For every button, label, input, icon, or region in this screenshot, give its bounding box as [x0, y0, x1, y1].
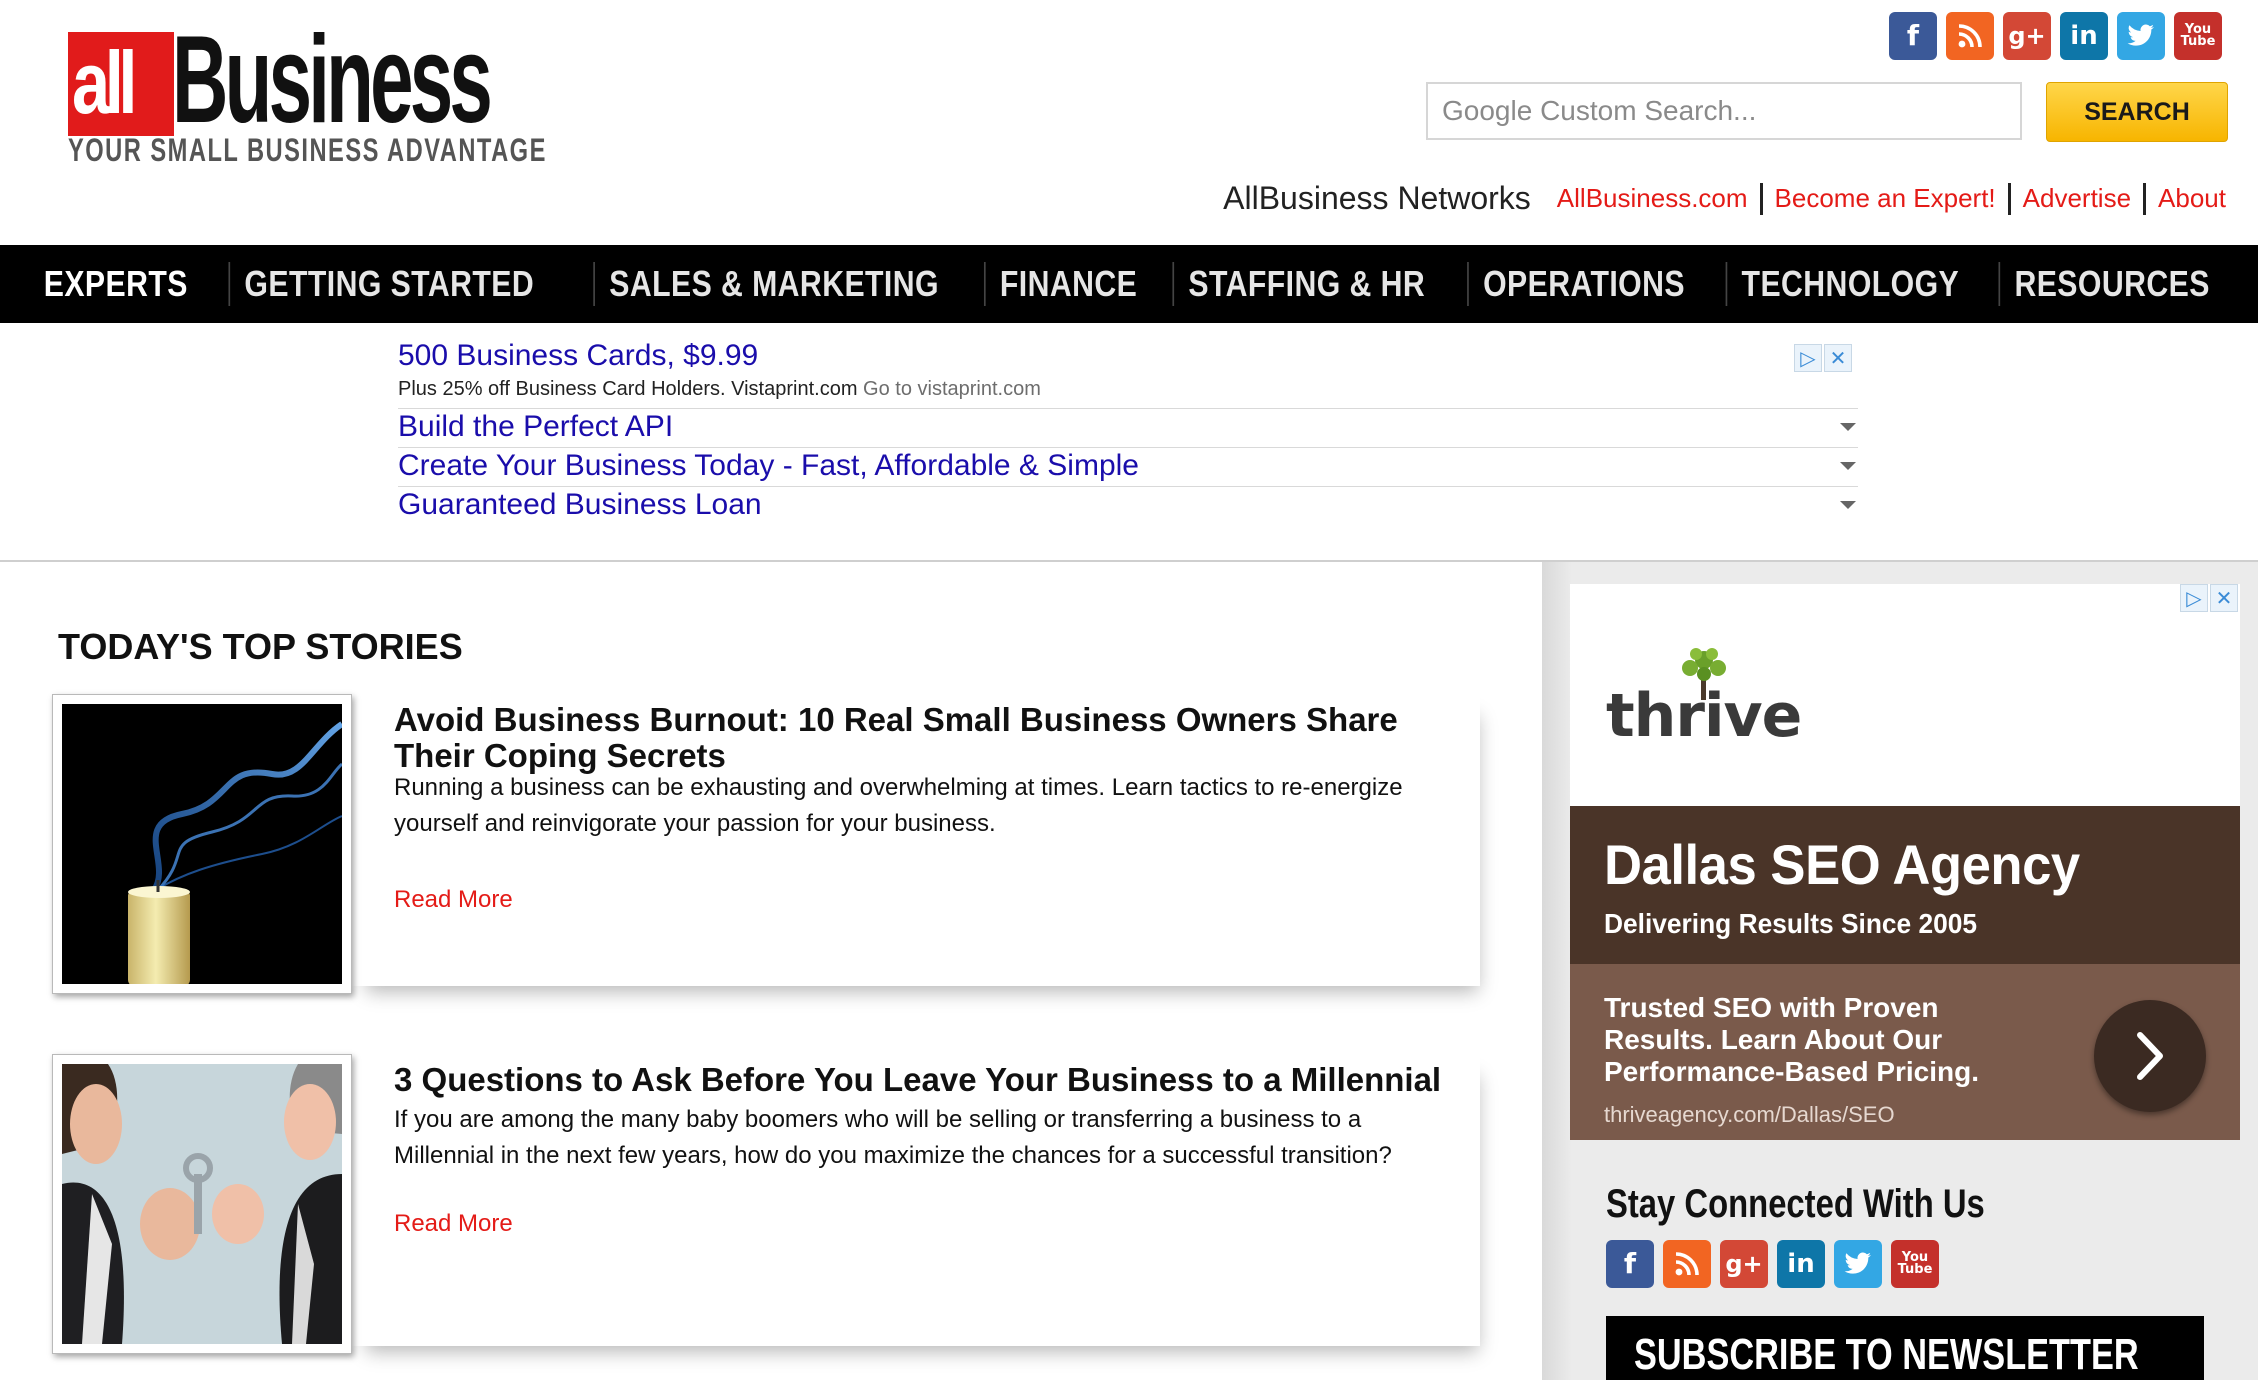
- story-thumbnail[interactable]: [52, 1054, 352, 1354]
- social-icons-top: f g+ in You Tube: [1889, 12, 2222, 60]
- divider: [1759, 182, 1763, 215]
- story-description: Running a business can be exhausting and…: [394, 774, 1403, 837]
- rss-icon[interactable]: [1663, 1240, 1711, 1288]
- youtube-icon[interactable]: You Tube: [2174, 12, 2222, 60]
- thrive-wordmark: thrive: [1606, 681, 1802, 751]
- social-icons-sidebar: f g+ in You Tube: [1606, 1240, 1939, 1288]
- ad-body-panel: Trusted SEO with Proven Results. Learn A…: [1570, 964, 2240, 1140]
- ad-headline-panel: Dallas SEO Agency Delivering Results Sin…: [1570, 806, 2240, 964]
- story-headline-link[interactable]: 3 Questions to Ask Before You Leave Your…: [394, 1062, 1474, 1098]
- main-nav: EXPERTS GETTING STARTED SALES & MARKETIN…: [0, 245, 2258, 323]
- google-plus-icon[interactable]: g+: [1720, 1240, 1768, 1288]
- story-card: 3 Questions to Ask Before You Leave Your…: [52, 1054, 1480, 1360]
- twitter-icon[interactable]: [1834, 1240, 1882, 1288]
- ad-url[interactable]: thriveagency.com/Dallas/SEO: [1604, 1102, 1895, 1128]
- network-link-become-expert[interactable]: Become an Expert!: [1775, 183, 1996, 214]
- logo-all-block: all: [68, 32, 174, 136]
- key-handoff-image: [62, 1064, 342, 1344]
- network-link-advertise[interactable]: Advertise: [2023, 183, 2131, 214]
- network-link-about[interactable]: About: [2158, 183, 2226, 214]
- story-description: If you are among the many baby boomers w…: [394, 1106, 1392, 1169]
- adchoices-icon[interactable]: ▷: [2180, 584, 2208, 612]
- newsletter-box: SUBSCRIBE TO NEWSLETTER: [1606, 1316, 2204, 1380]
- nav-item-staffing-hr[interactable]: STAFFING & HR: [1172, 262, 1440, 306]
- ad-subheadline: Delivering Results Since 2005: [1604, 908, 1978, 939]
- ad-main-title-link[interactable]: 500 Business Cards, $9.99: [398, 336, 1858, 376]
- chevron-down-icon[interactable]: [1840, 423, 1856, 431]
- ad-row[interactable]: Create Your Business Today - Fast, Affor…: [398, 447, 1858, 484]
- facebook-icon[interactable]: f: [1606, 1240, 1654, 1288]
- logo-tagline: YOUR SMALL BUSINESS ADVANTAGE: [68, 132, 547, 168]
- youtube-icon[interactable]: You Tube: [1891, 1240, 1939, 1288]
- chevron-down-icon[interactable]: [1840, 462, 1856, 470]
- ad-main-description: Plus 25% off Business Card Holders. Vist…: [398, 378, 858, 400]
- ad-choices: ▷ ✕: [1794, 344, 1852, 372]
- ad-row-link[interactable]: Build the Perfect API: [398, 409, 673, 445]
- ad-arrow-button[interactable]: [2094, 1000, 2206, 1112]
- rss-icon[interactable]: [1946, 12, 1994, 60]
- ad-headline: Dallas SEO Agency: [1604, 833, 2080, 896]
- newsletter-title: SUBSCRIBE TO NEWSLETTER: [1634, 1330, 2139, 1379]
- nav-item-operations[interactable]: OPERATIONS: [1467, 262, 1699, 306]
- ad-choices: ▷ ✕: [2180, 584, 2238, 612]
- story-card: Avoid Business Burnout: 10 Real Small Bu…: [52, 694, 1480, 1000]
- network-link-allbusiness[interactable]: AllBusiness.com: [1557, 183, 1748, 214]
- ad-body-text: Trusted SEO with Proven Results. Learn A…: [1604, 992, 1980, 1087]
- search-input[interactable]: [1426, 82, 2022, 140]
- ad-row-link[interactable]: Guaranteed Business Loan: [398, 487, 762, 523]
- networks-label: AllBusiness Networks: [1223, 180, 1531, 216]
- allbusiness-logo[interactable]: all Business YOUR SMALL BUSINESS ADVANTA…: [68, 11, 545, 168]
- ad-row[interactable]: Build the Perfect API: [398, 408, 1858, 445]
- logo-all-text: all: [72, 33, 137, 132]
- divider: [2007, 182, 2011, 215]
- candle-image: [62, 704, 342, 984]
- read-more-link[interactable]: Read More: [394, 886, 513, 914]
- twitter-icon[interactable]: [2117, 12, 2165, 60]
- nav-item-technology[interactable]: TECHNOLOGY: [1725, 262, 1973, 306]
- section-title: TODAY'S TOP STORIES: [58, 626, 463, 667]
- sidebar-ad[interactable]: thrive Dallas SEO Agency Delivering Resu…: [1570, 584, 2240, 1140]
- facebook-icon[interactable]: f: [1889, 12, 1937, 60]
- nav-item-experts[interactable]: EXPERTS: [29, 262, 202, 306]
- logo-business-text: Business: [172, 11, 493, 149]
- nav-item-resources[interactable]: RESOURCES: [1997, 262, 2224, 306]
- story-headline-link[interactable]: Avoid Business Burnout: 10 Real Small Bu…: [394, 702, 1474, 774]
- ad-main-subtext: Plus 25% off Business Card Holders. Vist…: [398, 376, 1858, 402]
- networks-bar: AllBusiness Networks AllBusiness.com Bec…: [1223, 180, 2226, 217]
- google-plus-icon[interactable]: g+: [2003, 12, 2051, 60]
- nav-item-finance[interactable]: FINANCE: [983, 262, 1152, 306]
- ad-row[interactable]: Guaranteed Business Loan: [398, 486, 1858, 523]
- nav-item-sales-marketing[interactable]: SALES & MARKETING: [593, 262, 954, 306]
- chevron-down-icon[interactable]: [1840, 501, 1856, 509]
- ad-go-link[interactable]: Go to vistaprint.com: [863, 378, 1041, 400]
- close-icon[interactable]: ✕: [1824, 344, 1852, 372]
- linkedin-icon[interactable]: in: [2060, 12, 2108, 60]
- stay-connected-title: Stay Connected With Us: [1606, 1182, 1985, 1226]
- adchoices-icon[interactable]: ▷: [1794, 344, 1822, 372]
- divider: [2143, 182, 2147, 215]
- linkedin-icon[interactable]: in: [1777, 1240, 1825, 1288]
- nav-item-getting-started[interactable]: GETTING STARTED: [228, 262, 549, 306]
- top-text-ad: 500 Business Cards, $9.99 Plus 25% off B…: [398, 336, 1858, 528]
- story-thumbnail[interactable]: [52, 694, 352, 994]
- read-more-link[interactable]: Read More: [394, 1210, 513, 1238]
- close-icon[interactable]: ✕: [2210, 584, 2238, 612]
- chevron-right-icon: [2137, 1032, 2163, 1080]
- ad-row-link[interactable]: Create Your Business Today - Fast, Affor…: [398, 448, 1139, 484]
- thrive-logo: thrive: [1606, 644, 1806, 754]
- search-button[interactable]: SEARCH: [2046, 82, 2228, 142]
